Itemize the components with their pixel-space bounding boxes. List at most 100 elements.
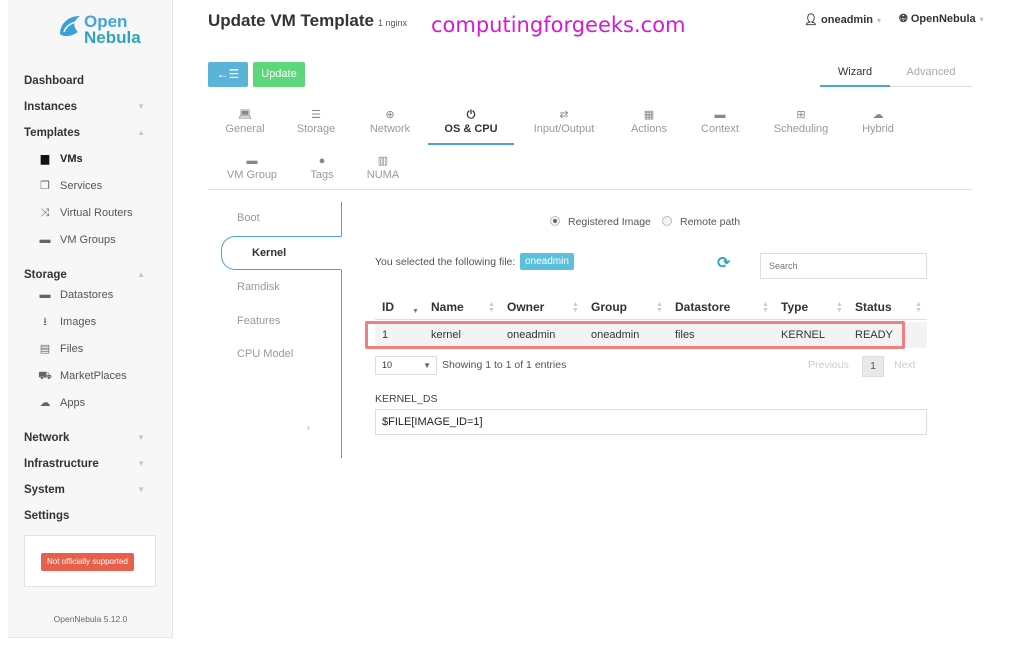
tab-vm-group[interactable]: ▬ VM Group bbox=[224, 155, 280, 181]
tab-input-output[interactable]: ⇄ Input/Output bbox=[528, 109, 600, 135]
column-header-group[interactable]: Group bbox=[591, 300, 627, 314]
tag-icon: ● bbox=[318, 155, 326, 167]
sidebar-item-marketplaces[interactable]: ⛟ MarketPlaces bbox=[8, 363, 173, 390]
sidebar-item-label: Images bbox=[60, 316, 97, 328]
chevron-down-icon: ▾ bbox=[979, 15, 984, 24]
sidebar-item-label: System bbox=[24, 484, 65, 496]
sidebar-item-infrastructure[interactable]: Infrastructure ▼ bbox=[8, 451, 173, 477]
page-size-select[interactable]: 10 ▼ bbox=[375, 356, 437, 375]
chevron-down-icon: ▼ bbox=[137, 102, 145, 111]
tab-storage[interactable]: ☰ Storage bbox=[296, 109, 336, 135]
column-header-status[interactable]: Status bbox=[855, 300, 892, 314]
sidebar-item-instances[interactable]: Instances ▼ bbox=[8, 94, 173, 120]
support-notice-badge[interactable]: Not officially supported bbox=[41, 553, 134, 571]
tab-label: Actions bbox=[630, 123, 668, 135]
tab-general[interactable]: 💻︎ General bbox=[225, 109, 265, 135]
sidebar-item-apps[interactable]: ☁ Apps bbox=[8, 390, 173, 417]
sidebar-item-vms[interactable]: ▆ VMs bbox=[8, 146, 173, 173]
selected-file-badge: oneadmin bbox=[520, 253, 574, 270]
tab-label: VM Group bbox=[226, 169, 278, 181]
sidebar-item-label: Instances bbox=[24, 101, 78, 113]
copy-icon: ❐ bbox=[40, 180, 50, 192]
tab-label: NUMA bbox=[366, 169, 400, 181]
tab-os-cpu[interactable]: ⏻ OS & CPU bbox=[440, 109, 502, 135]
sidebar-item-dashboard[interactable]: Dashboard bbox=[8, 68, 173, 94]
cloud-download-icon: ☁ bbox=[39, 397, 51, 409]
tab-scheduling[interactable]: ⊞ Scheduling bbox=[771, 109, 831, 135]
tab-wizard[interactable]: Wizard bbox=[820, 60, 890, 87]
tab-network[interactable]: ⊕ Network bbox=[366, 109, 414, 135]
pagination-previous[interactable]: Previous bbox=[808, 359, 849, 371]
tab-advanced[interactable]: Advanced bbox=[890, 60, 972, 87]
support-notice-box: Not officially supported bbox=[24, 535, 156, 587]
column-header-name[interactable]: Name bbox=[431, 300, 464, 314]
tab-numa[interactable]: ▥ NUMA bbox=[364, 155, 402, 181]
sidebar-item-services[interactable]: ❐ Services bbox=[8, 173, 173, 200]
sidebar-item-label: Apps bbox=[60, 397, 86, 409]
sidebar-item-label: Storage bbox=[24, 269, 67, 281]
tab-actions[interactable]: ▦ Actions bbox=[628, 109, 670, 135]
vtab-ramdisk[interactable]: Ramdisk bbox=[237, 281, 280, 293]
vtab-cpu-model[interactable]: CPU Model bbox=[237, 348, 293, 360]
calendar-icon: ▦ bbox=[643, 109, 655, 121]
sidebar-item-virtual-routers[interactable]: ⤨ Virtual Routers bbox=[8, 200, 173, 227]
kernel-ds-label: KERNEL_DS bbox=[375, 393, 438, 405]
column-header-datastore[interactable]: Datastore bbox=[675, 300, 730, 314]
chevron-down-icon: ▼ bbox=[137, 485, 145, 494]
sidebar-item-vm-groups[interactable]: ▬ VM Groups bbox=[8, 227, 173, 254]
pagination-next[interactable]: Next bbox=[894, 359, 916, 371]
vtab-features[interactable]: Features bbox=[237, 315, 280, 327]
sidebar-item-network[interactable]: Network ▼ bbox=[8, 425, 173, 451]
zone-menu[interactable]: 🌐︎ OpenNebula ▾ bbox=[899, 13, 984, 26]
vtab-kernel[interactable]: Kernel bbox=[221, 236, 342, 270]
sidebar-item-images[interactable]: ⭳ Images bbox=[8, 309, 173, 336]
radio-remote-path[interactable]: Remote path bbox=[662, 216, 740, 228]
vtab-boot[interactable]: Boot bbox=[237, 212, 260, 224]
page-title: Update VM Template 1 nginx bbox=[208, 11, 407, 31]
sidebar-item-label: Infrastructure bbox=[24, 458, 99, 470]
radio-dot bbox=[662, 216, 672, 226]
column-header-owner[interactable]: Owner bbox=[507, 300, 544, 314]
chevron-down-icon: ▼ bbox=[137, 459, 145, 468]
pagination-current[interactable]: 1 bbox=[862, 356, 884, 377]
back-to-list-button[interactable]: ←☰ bbox=[208, 62, 248, 87]
column-header-type[interactable]: Type bbox=[781, 300, 808, 314]
tab-label: Network bbox=[369, 123, 411, 135]
active-tab-indicator bbox=[428, 143, 514, 145]
folder-icon: ▬ bbox=[39, 289, 51, 301]
sort-icon: ▲ ▼ bbox=[488, 301, 495, 314]
radio-registered-image[interactable]: Registered Image bbox=[550, 216, 651, 228]
opennebula-logo[interactable]: Open Nebula bbox=[56, 10, 146, 46]
search-input[interactable] bbox=[760, 253, 927, 279]
exchange-icon: ⇄ bbox=[559, 109, 569, 121]
page-title-text: Update VM Template bbox=[208, 11, 374, 30]
tabs-divider bbox=[208, 189, 972, 190]
sidebar-item-templates[interactable]: Templates ▲ bbox=[8, 120, 173, 146]
user-menu[interactable]: 👤︎ oneadmin ▾ bbox=[804, 13, 881, 26]
zone-name: OpenNebula bbox=[910, 13, 976, 25]
tab-label: Hybrid bbox=[862, 123, 894, 135]
folder-icon: ▬ bbox=[39, 234, 51, 246]
update-button[interactable]: Update bbox=[253, 62, 305, 87]
sort-icon: ▲ ▼ bbox=[836, 301, 843, 314]
tab-hybrid[interactable]: ☁ Hybrid bbox=[858, 109, 898, 135]
refresh-icon[interactable]: ⟳ bbox=[717, 256, 730, 272]
tab-tags[interactable]: ● Tags bbox=[308, 155, 336, 181]
sidebar-item-datastores[interactable]: ▬ Datastores bbox=[8, 282, 173, 309]
database-icon: ☰ bbox=[311, 109, 321, 121]
sidebar-item-system[interactable]: System ▼ bbox=[8, 477, 173, 503]
kernel-ds-field[interactable]: $FILE[IMAGE_ID=1] bbox=[375, 409, 927, 435]
sort-desc-icon: ▼ bbox=[412, 308, 419, 315]
column-header-id[interactable]: ID bbox=[382, 300, 394, 314]
sidebar-item-files[interactable]: ▤ Files bbox=[8, 336, 173, 363]
tab-context[interactable]: ▬ Context bbox=[698, 109, 742, 135]
sidebar-item-label: VM Groups bbox=[60, 234, 116, 246]
page-subtitle: 1 nginx bbox=[377, 18, 407, 28]
user-name: oneadmin bbox=[821, 14, 873, 26]
sidebar-item-label: Services bbox=[60, 180, 103, 192]
sort-icon: ▲ ▼ bbox=[572, 301, 579, 314]
chevron-down-icon: ▼ bbox=[137, 433, 145, 442]
entries-info: Showing 1 to 1 of 1 entries bbox=[442, 359, 567, 371]
sidebar-item-settings[interactable]: Settings bbox=[8, 503, 173, 529]
sidebar-item-label: VMs bbox=[60, 153, 83, 165]
